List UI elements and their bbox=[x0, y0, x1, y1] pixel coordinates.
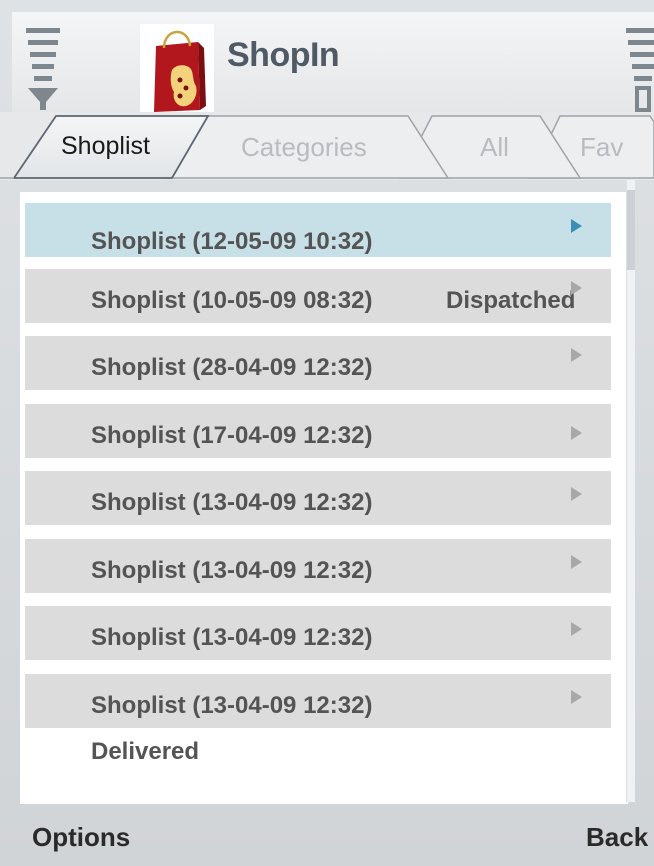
chevron-right-icon bbox=[571, 555, 582, 569]
list-item[interactable]: Shoplist (17-04-09 12:32) bbox=[25, 404, 611, 458]
tab-shoplist[interactable]: Shoplist bbox=[61, 132, 150, 161]
scrollbar[interactable] bbox=[626, 180, 635, 802]
chevron-right-icon bbox=[571, 690, 582, 704]
chevron-right-icon bbox=[571, 348, 582, 362]
list-item-status: Delivered bbox=[91, 738, 200, 765]
list-item[interactable]: Shoplist (10-05-09 08:32) Dispatched bbox=[25, 269, 611, 323]
tab-fav[interactable]: Fav bbox=[580, 132, 623, 163]
back-softkey[interactable]: Back bbox=[586, 822, 648, 853]
app-header: ShopIn bbox=[12, 12, 654, 120]
list-item[interactable]: Shoplist (12-05-09 10:32) bbox=[25, 203, 611, 257]
list-item-label: Shoplist (13-04-09 12:32) bbox=[91, 557, 373, 584]
list-item-label: Shoplist (13-04-09 12:32) bbox=[91, 489, 373, 516]
app-title: ShopIn bbox=[227, 36, 340, 74]
chevron-right-icon bbox=[571, 219, 582, 233]
list-item-label: Shoplist (28-04-09 12:32) bbox=[91, 354, 373, 381]
list-item-status: Dispatched bbox=[446, 287, 576, 314]
list-item-label: Shoplist (13-04-09 12:32) bbox=[91, 692, 373, 719]
tab-categories[interactable]: Categories bbox=[241, 132, 367, 163]
app-logo bbox=[140, 24, 214, 120]
list-item[interactable]: Shoplist (28-04-09 12:32) bbox=[25, 336, 611, 390]
list-item-label: Shoplist (10-05-09 08:32) bbox=[91, 287, 373, 314]
tab-all[interactable]: All bbox=[480, 132, 509, 163]
chevron-right-icon bbox=[571, 487, 582, 501]
list-item[interactable]: Shoplist (13-04-09 12:32) bbox=[25, 539, 611, 593]
chevron-right-icon bbox=[571, 281, 582, 295]
list-item[interactable]: Shoplist (13-04-09 12:32) bbox=[25, 674, 611, 728]
chevron-right-icon bbox=[571, 622, 582, 636]
list-item-label: Shoplist (12-05-09 10:32) bbox=[91, 228, 373, 255]
battery-icon bbox=[626, 28, 654, 112]
list-item-label: Shoplist (13-04-09 12:32) bbox=[91, 624, 373, 651]
chevron-right-icon bbox=[571, 426, 582, 440]
options-softkey[interactable]: Options bbox=[32, 822, 130, 853]
signal-strength-icon bbox=[26, 28, 60, 110]
list-item[interactable]: Shoplist (13-04-09 12:32) bbox=[25, 606, 611, 660]
list-item-label: Shoplist (17-04-09 12:32) bbox=[91, 422, 373, 449]
shopping-bag-logo-icon bbox=[154, 30, 206, 112]
scrollbar-thumb[interactable] bbox=[627, 190, 635, 270]
list-item[interactable]: Shoplist (13-04-09 12:32) bbox=[25, 471, 611, 525]
shoplist-panel: Shoplist (12-05-09 10:32) Shoplist (10-0… bbox=[20, 192, 628, 804]
